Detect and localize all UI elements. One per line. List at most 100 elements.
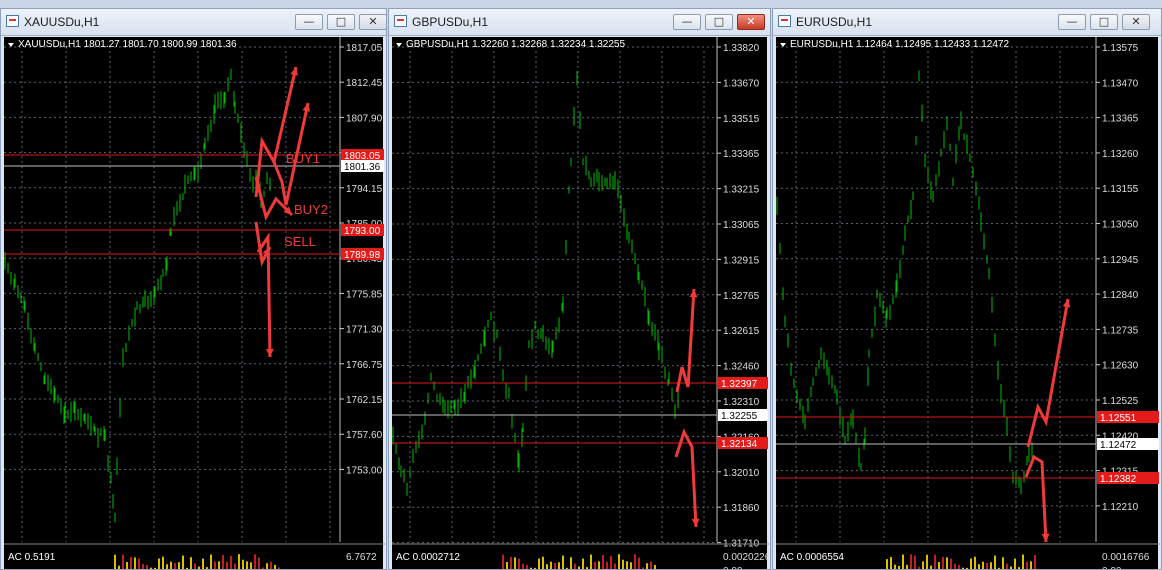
window-titlebar[interactable]: EURUSDu,H1 — □ ✕ — [773, 9, 1161, 36]
minimize-button[interactable]: — — [1058, 14, 1086, 30]
indicator-bar — [1006, 563, 1008, 569]
price-axis-label: 1.32915 — [723, 255, 760, 266]
window-titlebar[interactable]: GBPUSDu,H1 — □ ✕ — [389, 9, 770, 36]
chart-window-icon — [6, 15, 19, 27]
chart-window-gbpusd[interactable]: GBPUSDu,H1 — □ ✕ 1.33820 1.33670 1.33515 1.… — [388, 8, 771, 570]
dropdown-icon — [396, 43, 402, 47]
indicator-bar — [990, 562, 992, 569]
indicator-bar — [122, 554, 124, 569]
price-chart[interactable]: 1.13575 1.13470 1.13365 1.13260 1.13155 1.130… — [776, 37, 1160, 570]
close-button[interactable]: ✕ — [737, 14, 765, 30]
indicator-bar — [218, 561, 220, 569]
indicator-bar — [222, 555, 224, 569]
indicator-bar — [902, 554, 904, 569]
window-titlebar[interactable]: XAUUSDu,H1 — □ ✕ — [1, 9, 386, 36]
price-chart[interactable]: 1.33820 1.33670 1.33515 1.33365 1.33215 1.330… — [392, 37, 769, 570]
chart-canvas[interactable]: 1.13575 1.13470 1.13365 1.13260 1.13155 1.130… — [776, 37, 1160, 570]
indicator-bar — [930, 565, 932, 569]
price-axis-label: 1771.30 — [346, 325, 383, 336]
price-axis-label: 1812.45 — [346, 78, 383, 89]
indicator-bar — [974, 556, 976, 569]
level-price-label: 1801.36 — [344, 162, 381, 173]
indicator-bar — [582, 558, 584, 569]
buy-arrow-up — [254, 66, 298, 198]
indicator-bar — [522, 563, 524, 569]
indicator-bar — [226, 561, 228, 569]
indicator-bar — [914, 555, 916, 569]
indicator-bar — [170, 561, 172, 569]
close-button[interactable]: ✕ — [1122, 14, 1150, 30]
indicator-bar — [618, 554, 620, 569]
indicator-bar — [126, 562, 128, 569]
indicator-bar — [138, 558, 140, 569]
indicator-bar — [574, 563, 576, 569]
indicator-bar — [214, 561, 216, 569]
chart-canvas[interactable]: 1.33820 1.33670 1.33515 1.33365 1.33215 1.330… — [392, 37, 769, 570]
indicator-bar — [994, 555, 996, 569]
level-price-label: 1793.00 — [344, 226, 381, 237]
window-title: EURUSDu,H1 — [796, 15, 873, 29]
chart-window-icon — [394, 15, 407, 27]
indicator-label: AC 0.0002712 — [396, 552, 460, 563]
indicator-bar — [638, 557, 640, 569]
buy-arrow-up-head — [689, 289, 698, 298]
indicator-bar — [950, 558, 952, 569]
price-axis-label: 1.33820 — [723, 43, 760, 54]
chart-window-eurusd[interactable]: EURUSDu,H1 — □ ✕ 1.13575 1.13470 1.13365 1.… — [772, 8, 1162, 570]
indicator-zero-label: 0.00 — [1102, 566, 1122, 570]
indicator-bar — [906, 564, 908, 569]
close-button[interactable]: ✕ — [359, 14, 386, 30]
indicator-bar — [194, 563, 196, 569]
indicator-axis-label: 0.0020226 — [723, 552, 769, 563]
price-axis-label: 1.12840 — [1102, 290, 1139, 301]
indicator-bar — [538, 558, 540, 569]
indicator-bar — [142, 563, 144, 569]
price-axis-label: 1.12630 — [1102, 361, 1139, 372]
indicator-bar — [606, 561, 608, 569]
indicator-bar — [886, 559, 888, 569]
indicator-bar — [118, 565, 120, 569]
level-price-label: 1.12551 — [1100, 413, 1137, 424]
price-axis-label: 1.13260 — [1102, 149, 1139, 160]
indicator-bar — [982, 561, 984, 569]
price-axis-label: 1.33215 — [723, 185, 760, 196]
maximize-button[interactable]: □ — [705, 14, 733, 30]
indicator-bar — [594, 561, 596, 569]
minimize-button[interactable]: — — [295, 14, 323, 30]
indicator-bar — [922, 561, 924, 569]
level-price-label: 1.32255 — [721, 411, 758, 422]
price-axis-label: 1.32310 — [723, 397, 760, 408]
indicator-bar — [934, 554, 936, 569]
price-axis-label: 1.12945 — [1102, 255, 1139, 266]
indicator-bar — [198, 566, 200, 569]
indicator-bar — [938, 562, 940, 569]
indicator-bar — [242, 559, 244, 569]
price-axis-label: 1.12735 — [1102, 325, 1139, 336]
price-axis-label: 1.13365 — [1102, 114, 1139, 125]
sell-arrow-down-head — [1041, 533, 1050, 542]
maximize-button[interactable]: □ — [1090, 14, 1118, 30]
price-axis-label: 1.12210 — [1102, 502, 1139, 513]
indicator-bar — [1010, 566, 1012, 569]
indicator-bar — [598, 561, 600, 569]
indicator-bar — [250, 562, 252, 569]
price-axis-label: 1.33065 — [723, 220, 760, 231]
sell-arrow-down-head — [265, 348, 274, 357]
chart-canvas[interactable]: 1817.051812.451807.901798.751794.151785.… — [4, 37, 385, 570]
indicator-bar — [654, 564, 656, 569]
indicator-bar — [954, 563, 956, 569]
indicator-bar — [258, 557, 260, 569]
indicator-bar — [542, 556, 544, 569]
maximize-button[interactable]: □ — [327, 14, 355, 30]
indicator-label: AC 0.0006554 — [780, 552, 844, 563]
minimize-button[interactable]: — — [673, 14, 701, 30]
chart-window-xauusd[interactable]: XAUUSDu,H1 — □ ✕ 1817.05 1812.45 1807.90 17… — [0, 8, 387, 570]
price-axis-label: 1757.60 — [346, 430, 383, 441]
level-price-label: 1.32397 — [721, 379, 758, 390]
price-axis-label: 1.32765 — [723, 291, 760, 302]
price-chart[interactable]: 1817.051812.451807.901798.751794.151785.… — [4, 37, 385, 570]
price-axis-label: 1817.05 — [346, 43, 383, 54]
price-axis-label: 1807.90 — [346, 113, 383, 124]
indicator-bar — [1026, 561, 1028, 569]
indicator-bar — [162, 556, 164, 569]
